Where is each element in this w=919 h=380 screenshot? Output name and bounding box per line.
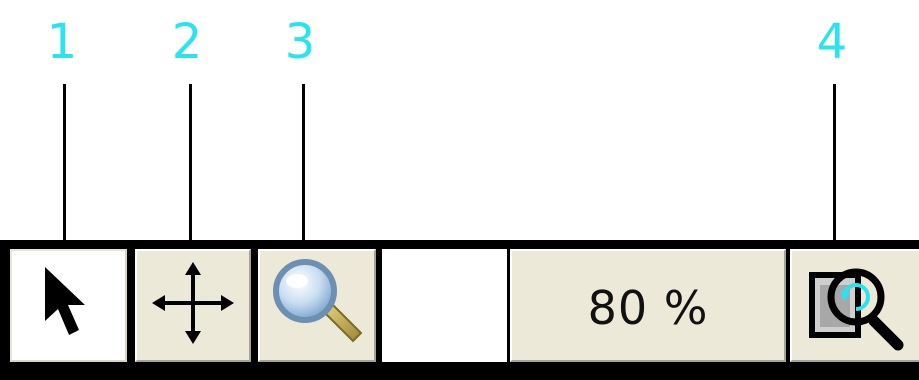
zoom-level-display: 80 %	[510, 249, 786, 362]
zoom-level-value: 80 %	[587, 280, 709, 335]
callout-number-3: 3	[284, 14, 316, 70]
callout-number-1: 1	[46, 14, 78, 70]
move-arrows-icon	[148, 258, 238, 353]
pan-tool-button[interactable]	[135, 249, 251, 362]
zoom-page-icon	[804, 255, 908, 356]
callout-number-2: 2	[171, 14, 203, 70]
blank-field	[382, 249, 507, 362]
arrow-pointer-icon	[39, 263, 99, 348]
pointer-tool-button[interactable]	[10, 249, 127, 362]
callout-number-4: 4	[816, 14, 848, 70]
zoom-tool-button[interactable]	[258, 249, 376, 362]
magnifier-icon	[267, 253, 367, 358]
zoom-toolbar: 80 %	[0, 240, 919, 380]
zoom-to-fit-button[interactable]	[790, 249, 919, 362]
